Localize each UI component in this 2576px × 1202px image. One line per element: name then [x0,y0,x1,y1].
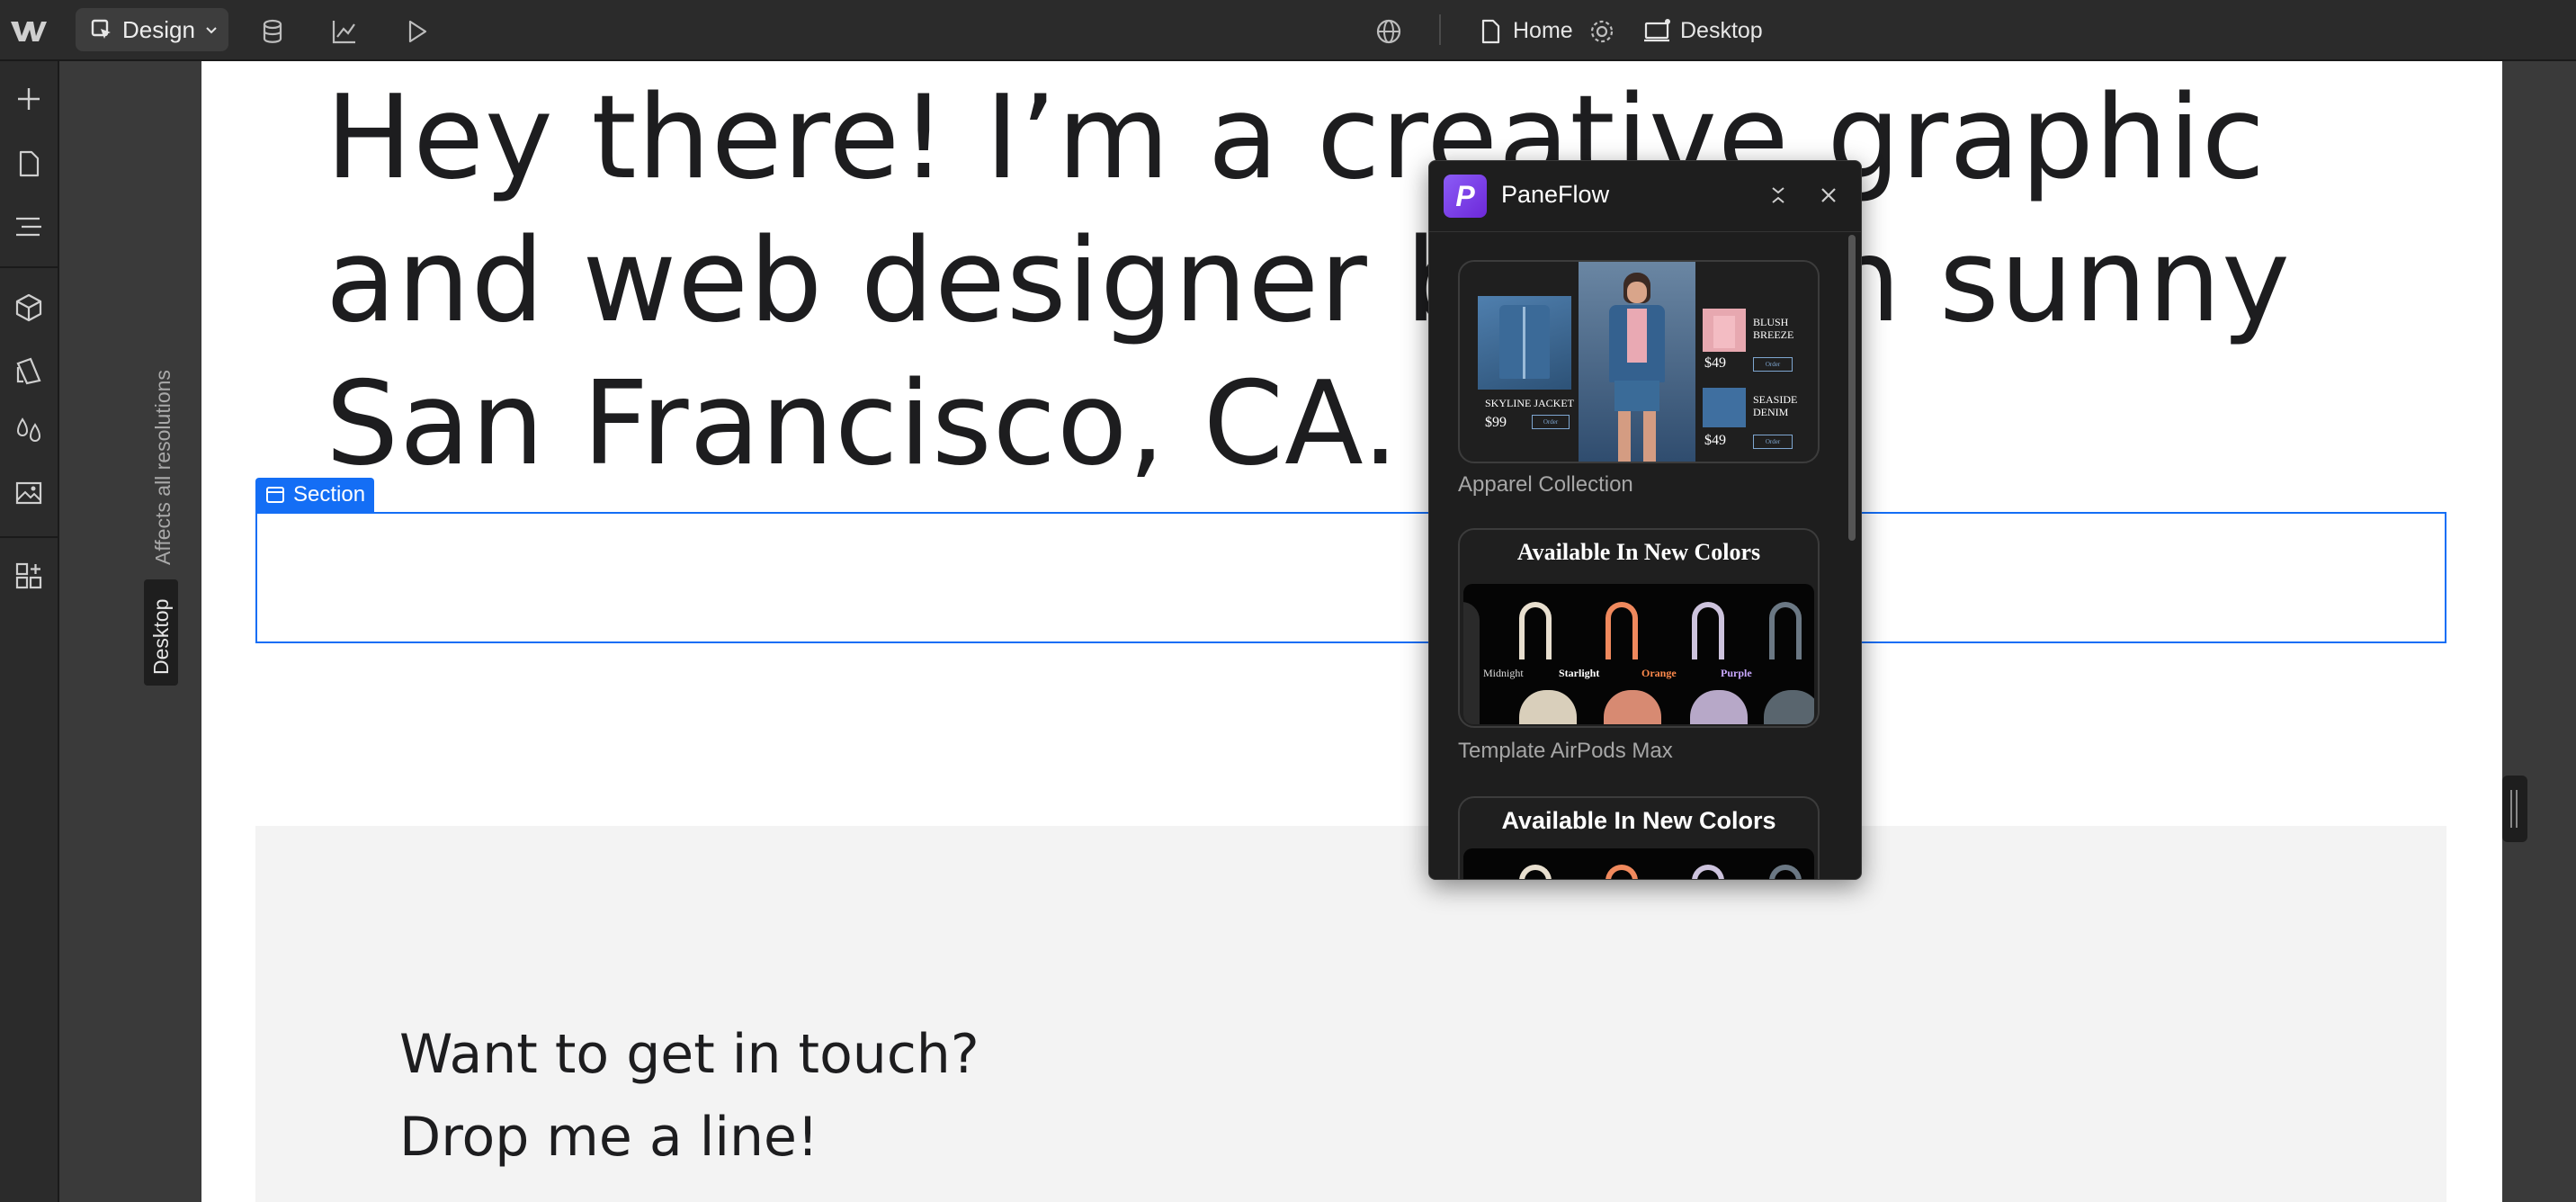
cursor-design-icon [91,19,111,39]
contact-line: Want to get in touch? [399,1023,979,1086]
hero-line: Hey there! I’m a creative graphic [326,71,2266,205]
current-page-label[interactable]: Home [1513,15,1573,46]
canvas-gutter-right [2502,61,2576,1202]
canvas-resize-handle[interactable] [2502,776,2527,842]
gear-icon[interactable] [1587,16,1617,47]
contact-heading[interactable]: Want to get in touch? Drop me a line! [399,1013,979,1179]
order-button: Order [1532,415,1570,429]
airpods-image: Midnight Starlight Orange Purple [1463,584,1814,724]
toolbar-divider [1439,14,1441,45]
analytics-icon[interactable] [329,16,360,47]
airpods-image [1463,848,1814,879]
template-card-airpods[interactable]: Available In New Colors Midnight Starlig… [1458,528,1820,728]
blush-shirt-image [1703,309,1746,352]
product-name: SEASIDE DENIM [1753,393,1798,418]
section-icon [266,487,284,503]
contact-line: Drop me a line! [399,1106,819,1169]
section-tag-label: Section [293,482,366,507]
template-label: Template AirPods Max [1458,739,1673,763]
color-label: Starlight [1559,667,1600,679]
hero-line: and web designer based in sunny [326,214,2291,348]
navigator-icon[interactable] [13,211,45,243]
design-mode-button[interactable]: Design [76,8,228,51]
collapse-icon[interactable] [1764,181,1793,210]
design-mode-label: Design [122,15,195,43]
assets-icon[interactable] [13,477,45,509]
template-card-airpods-alt[interactable]: Available In New Colors [1458,796,1820,879]
webflow-logo-icon[interactable] [9,14,49,47]
product-name: SKYLINE JACKET [1485,397,1574,409]
sidebar-divider [0,536,59,538]
paneflow-panel: P PaneFlow SKYLINE JACKET $99 Order BLUS… [1428,160,1862,880]
product-name: BLUSH BREEZE [1753,316,1794,341]
components-icon[interactable] [13,292,45,324]
model-image [1579,262,1695,462]
color-label: Orange [1641,667,1677,679]
play-icon[interactable] [401,16,432,47]
hero-heading[interactable]: Hey there! I’m a creative graphic and we… [326,67,2394,496]
hero-line: San Francisco, CA. [326,357,1400,491]
panel-title: PaneFlow [1501,181,1610,208]
canvas-gutter-left [59,61,201,1202]
template-card-apparel[interactable]: SKYLINE JACKET $99 Order BLUSH BREEZE $4… [1458,260,1820,463]
database-icon[interactable] [257,16,288,47]
globe-icon[interactable] [1373,16,1404,47]
variables-icon[interactable] [13,414,45,446]
jacket-image [1478,296,1571,390]
page-canvas: Hey there! I’m a creative graphic and we… [201,61,2502,1202]
breakpoint-badge[interactable]: Desktop [144,579,178,686]
template-headline: Available In New Colors [1516,539,1761,565]
apps-icon[interactable] [13,560,45,592]
template-label: Apparel Collection [1458,472,1633,497]
order-button: Order [1753,357,1793,372]
section-selection-tag[interactable]: Section [255,478,375,512]
pages-icon[interactable] [13,148,45,180]
sidebar-divider [0,266,59,268]
color-label: Purple [1721,667,1752,679]
styles-icon[interactable] [13,354,45,387]
panel-header[interactable]: P PaneFlow [1429,161,1861,232]
order-button: Order [1753,435,1793,449]
close-icon[interactable] [1814,181,1843,210]
breakpoint-label[interactable]: Desktop [1680,15,1763,46]
color-label: Midnight [1483,667,1524,679]
paneflow-logo-icon: P [1444,175,1487,218]
product-price: $49 [1704,355,1726,371]
selected-section[interactable] [255,512,2446,643]
left-sidebar [0,61,59,1202]
breakpoint-badge-label: Desktop [149,598,173,675]
add-icon[interactable] [13,83,45,115]
chevron-down-icon [206,27,217,34]
product-price: $49 [1704,433,1726,448]
page-icon [1481,19,1500,44]
top-toolbar: Design Home Desktop [0,0,2576,61]
desktop-breakpoint-icon[interactable] [1642,16,1673,47]
product-price: $99 [1485,415,1507,430]
affects-all-resolutions-hint: Affects all resolutions [151,370,174,565]
denim-shorts-image [1703,388,1746,427]
template-headline: Available In New Colors [1501,807,1776,834]
panel-scrollbar[interactable] [1848,235,1856,541]
